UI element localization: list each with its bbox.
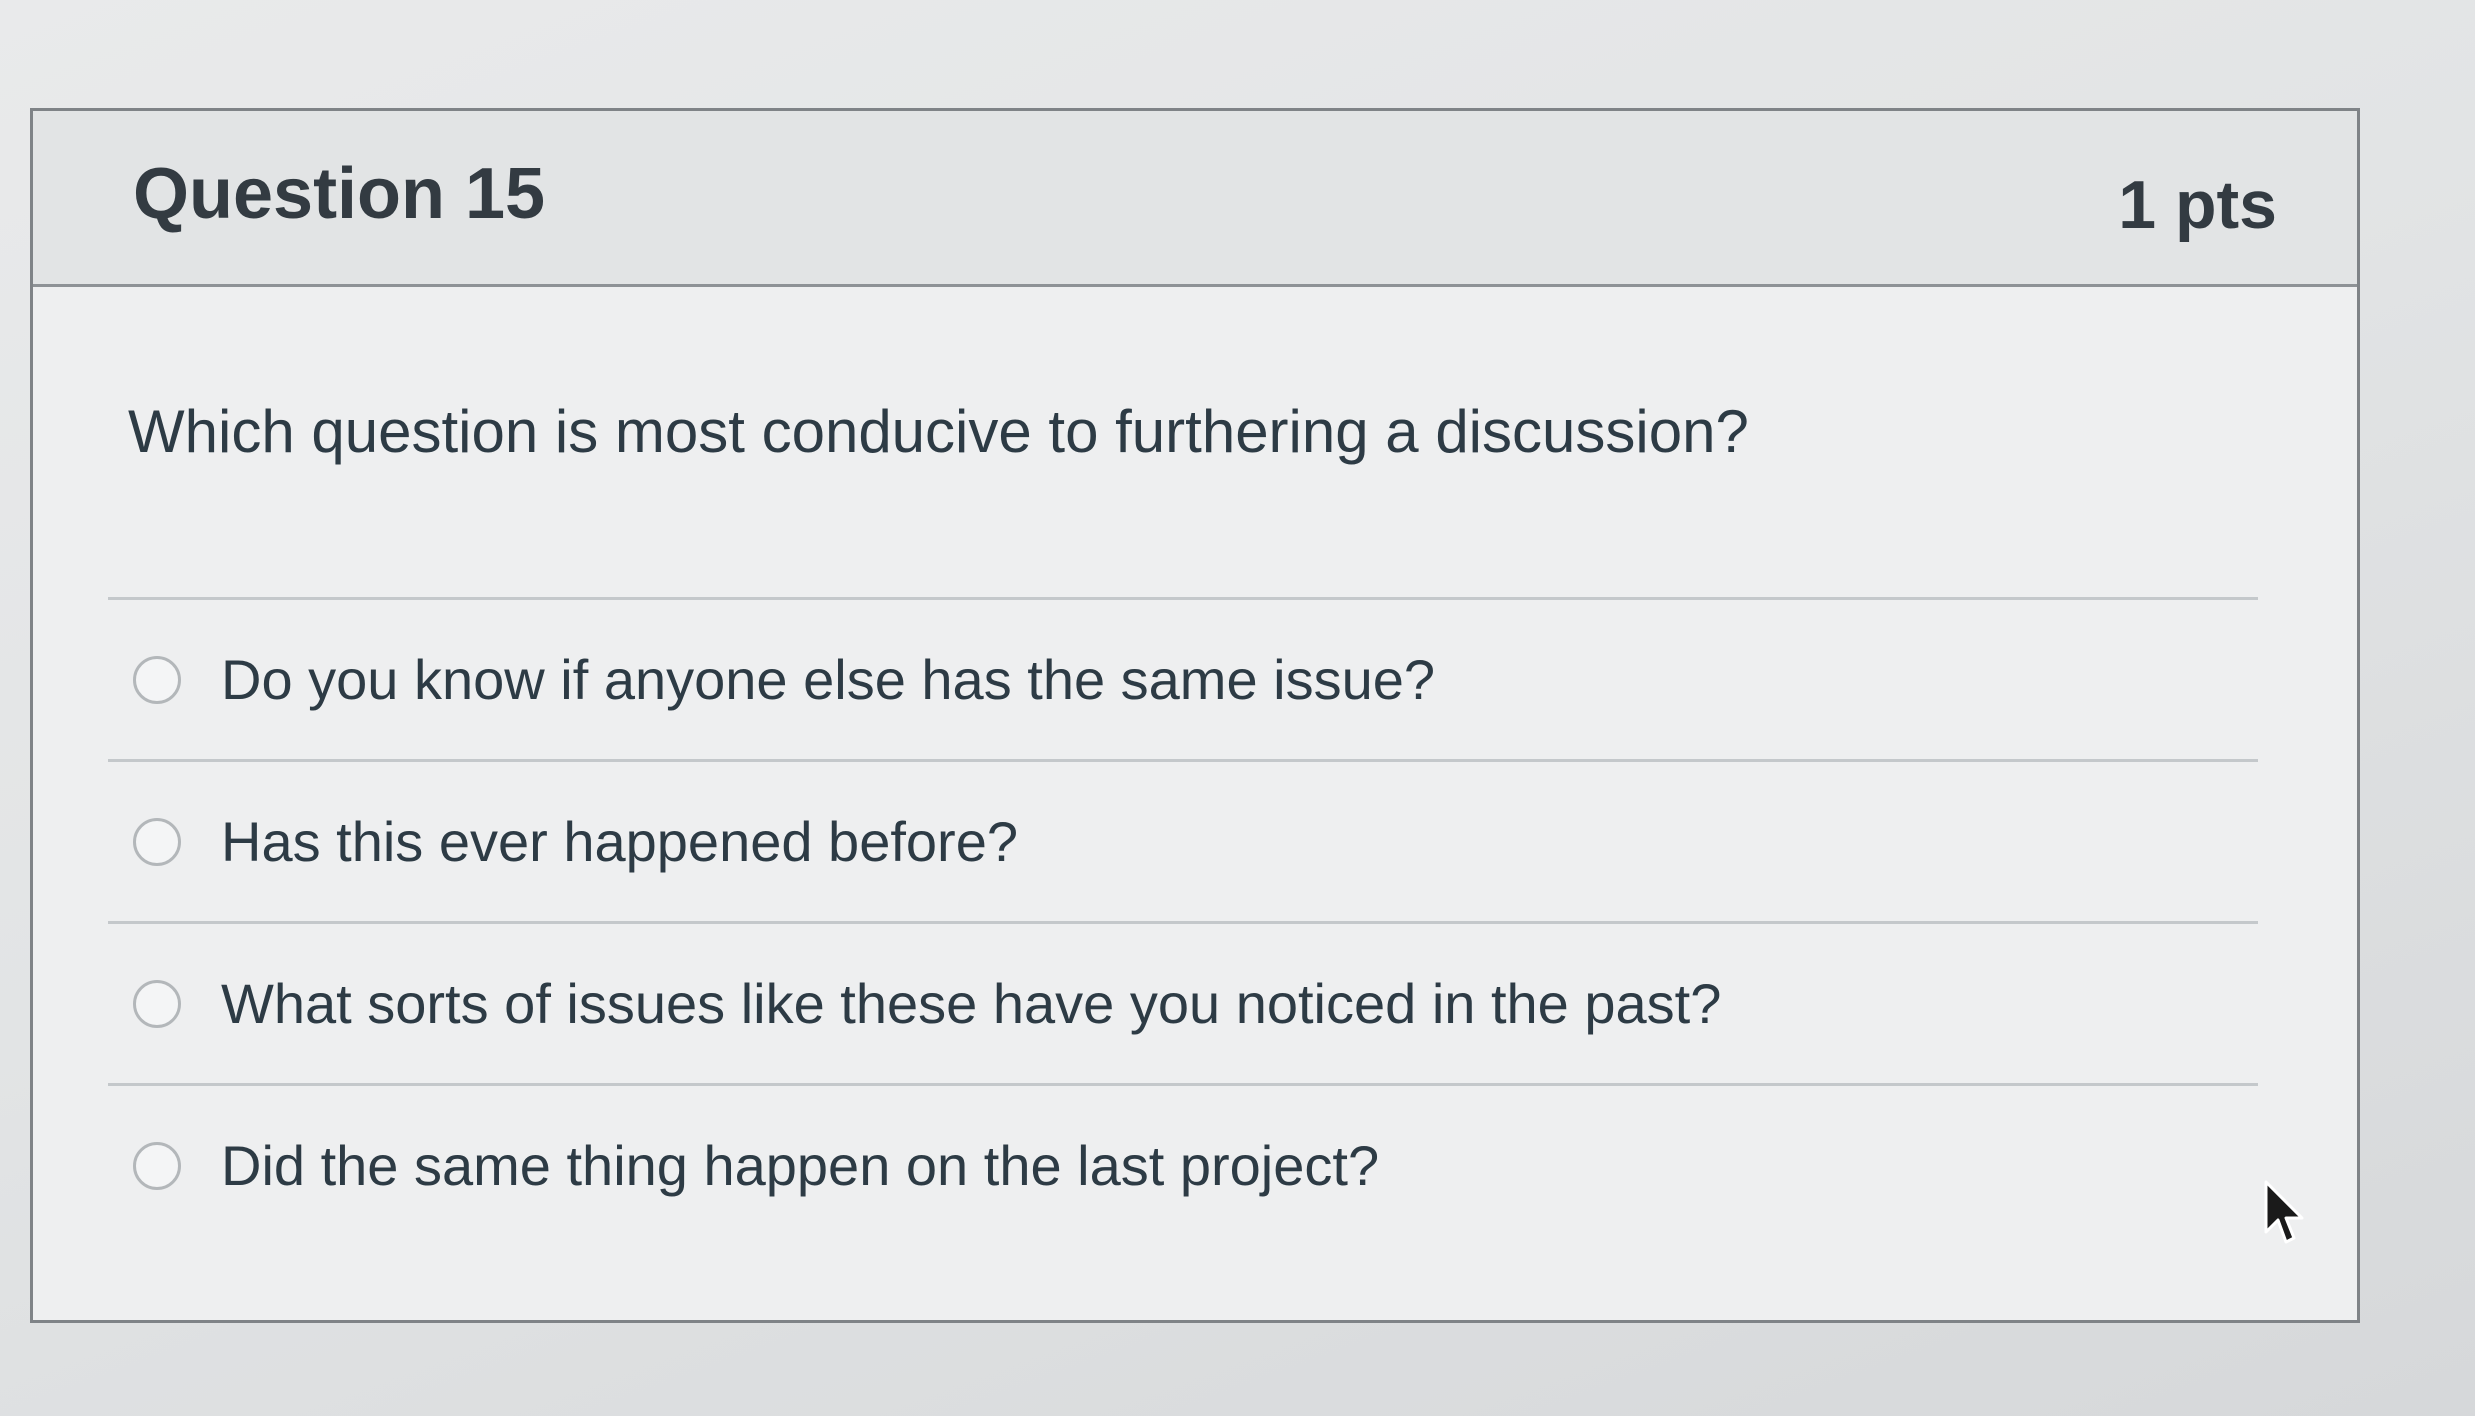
question-body: Which question is most conducive to furt… [33, 287, 2357, 1322]
answer-option-2[interactable]: Has this ever happened before? [108, 759, 2258, 921]
answer-option-4[interactable]: Did the same thing happen on the last pr… [108, 1083, 2258, 1245]
answer-option-1[interactable]: Do you know if anyone else has the same … [108, 597, 2258, 759]
question-points: 1 pts [2118, 167, 2277, 243]
radio-button-icon[interactable] [133, 817, 181, 866]
question-prompt: Which question is most conducive to furt… [128, 398, 1749, 465]
question-title: Question 15 [133, 154, 546, 234]
radio-button-icon[interactable] [133, 979, 181, 1028]
radio-button-icon[interactable] [133, 655, 181, 704]
radio-button-icon[interactable] [133, 1141, 181, 1190]
answer-label[interactable]: Do you know if anyone else has the same … [221, 647, 1435, 712]
answer-label[interactable]: What sorts of issues like these have you… [221, 971, 1721, 1036]
answer-option-3[interactable]: What sorts of issues like these have you… [108, 921, 2258, 1083]
mouse-pointer-icon [2264, 1180, 2304, 1244]
question-card: Question 15 1 pts Which question is most… [30, 108, 2360, 1323]
answer-list: Do you know if anyone else has the same … [108, 597, 2258, 1245]
answer-label[interactable]: Has this ever happened before? [221, 809, 1018, 874]
question-header: Question 15 1 pts [33, 111, 2357, 287]
answer-label[interactable]: Did the same thing happen on the last pr… [221, 1133, 1379, 1198]
